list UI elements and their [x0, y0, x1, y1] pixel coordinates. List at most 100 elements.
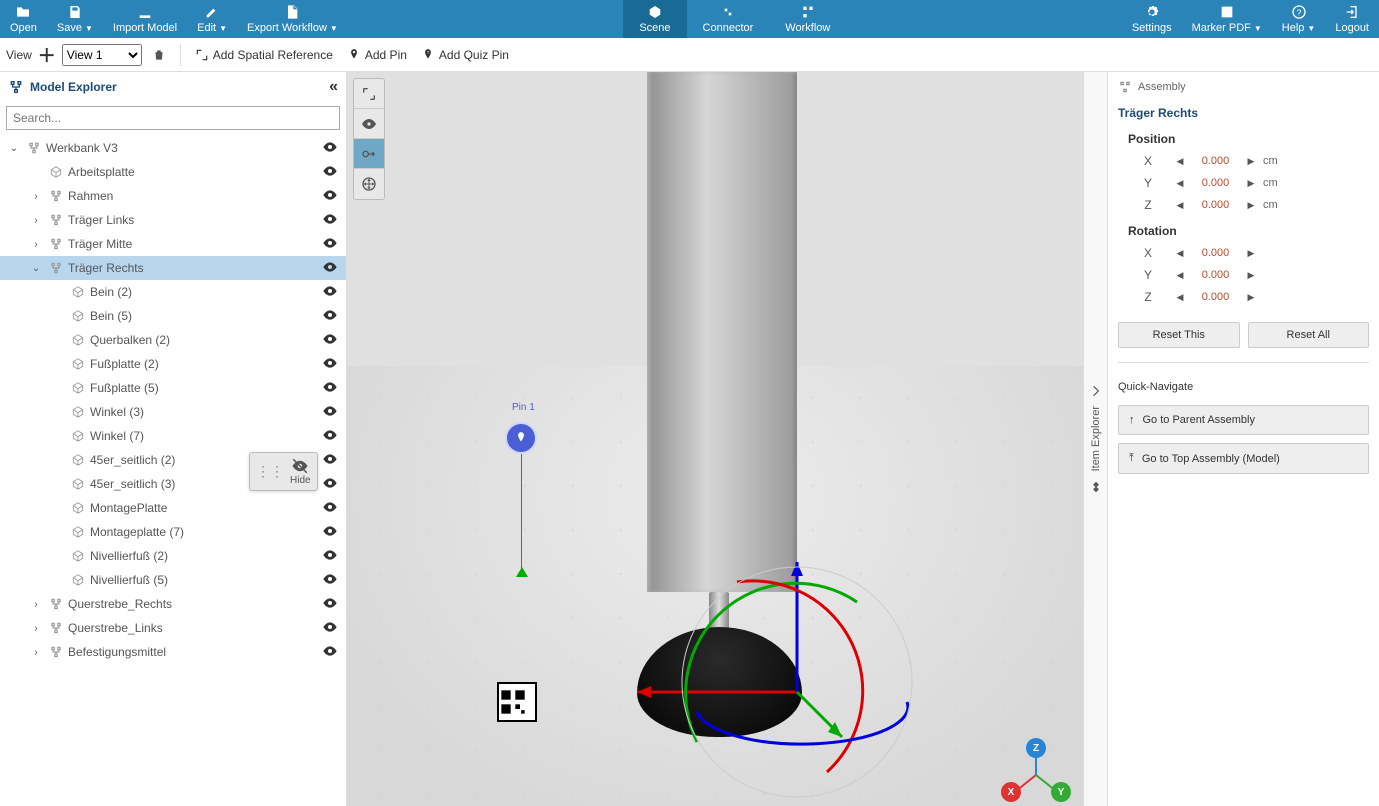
logout-button[interactable]: Logout [1325, 0, 1379, 38]
go-top-assembly-button[interactable]: ⤒ Go to Top Assembly (Model) [1118, 443, 1369, 474]
decrement-button[interactable]: ◀ [1172, 178, 1188, 189]
increment-button[interactable]: ▶ [1243, 200, 1259, 211]
add-spatial-reference-button[interactable]: Add Spatial Reference [191, 46, 337, 64]
move-tool[interactable] [354, 169, 384, 199]
tree-row[interactable]: ›Träger Mitte [0, 232, 346, 256]
increment-button[interactable]: ▶ [1243, 270, 1259, 281]
visibility-toggle[interactable] [322, 403, 340, 421]
tree-row[interactable]: ›Querstrebe_Links [0, 616, 346, 640]
visibility-toggle[interactable] [322, 283, 340, 301]
export-workflow-button[interactable]: Export Workflow▼ [237, 0, 348, 38]
increment-button[interactable]: ▶ [1243, 292, 1259, 303]
tree-row[interactable]: ›Querstrebe_Rechts [0, 592, 346, 616]
decrement-button[interactable]: ◀ [1172, 270, 1188, 281]
item-explorer-collapsed[interactable]: Item Explorer [1083, 72, 1107, 806]
tree-row[interactable]: ⌄Werkbank V3 [0, 136, 346, 160]
visibility-toggle[interactable] [322, 355, 340, 373]
pin-marker[interactable] [505, 422, 537, 454]
tree-row[interactable]: Winkel (3) [0, 400, 346, 424]
tree-row[interactable]: ⌄Träger Rechts [0, 256, 346, 280]
tree-row[interactable]: Montageplatte (7) [0, 520, 346, 544]
visibility-toggle[interactable] [322, 187, 340, 205]
increment-button[interactable]: ▶ [1243, 178, 1259, 189]
reset-all-button[interactable]: Reset All [1248, 322, 1370, 348]
collapse-icon[interactable]: ⌄ [6, 143, 22, 154]
edit-button[interactable]: Edit▼ [187, 0, 237, 38]
help-button[interactable]: ? Help▼ [1272, 0, 1326, 38]
link-tool[interactable] [354, 139, 384, 169]
import-model-button[interactable]: Import Model [103, 0, 187, 38]
decrement-button[interactable]: ◀ [1172, 292, 1188, 303]
tree-row[interactable]: Bein (5) [0, 304, 346, 328]
visibility-toggle[interactable] [322, 643, 340, 661]
tree-row[interactable]: Fußplatte (5) [0, 376, 346, 400]
increment-button[interactable]: ▶ [1243, 156, 1259, 167]
expand-icon[interactable]: › [28, 191, 44, 202]
go-parent-assembly-button[interactable]: ↑ Go to Parent Assembly [1118, 405, 1369, 435]
collapse-icon[interactable]: ⌄ [28, 263, 44, 274]
tab-connector[interactable]: Connector [687, 0, 770, 38]
ar-marker[interactable] [497, 682, 537, 722]
tree-row[interactable]: Bein (2) [0, 280, 346, 304]
visibility-toggle[interactable] [322, 427, 340, 445]
decrement-button[interactable]: ◀ [1172, 248, 1188, 259]
visibility-toggle[interactable] [322, 451, 340, 469]
hide-button[interactable]: Hide [290, 457, 311, 486]
tree-row[interactable]: Arbeitsplatte [0, 160, 346, 184]
expand-icon[interactable]: › [28, 647, 44, 658]
visibility-toggle[interactable] [322, 331, 340, 349]
add-quiz-pin-button[interactable]: ? Add Quiz Pin [417, 46, 513, 64]
visibility-toggle[interactable] [322, 259, 340, 277]
delete-view-button[interactable] [148, 46, 170, 64]
rotation-y-input[interactable] [1188, 269, 1243, 281]
expand-icon[interactable]: › [28, 623, 44, 634]
tree-row[interactable]: Fußplatte (2) [0, 352, 346, 376]
collapse-panel-button[interactable]: « [329, 78, 338, 96]
decrement-button[interactable]: ◀ [1172, 156, 1188, 167]
visibility-toggle[interactable] [322, 619, 340, 637]
visibility-toggle[interactable] [322, 499, 340, 517]
save-button[interactable]: Save▼ [47, 0, 103, 38]
view-select[interactable]: View 1 [62, 44, 142, 66]
visibility-toggle[interactable] [322, 139, 340, 157]
decrement-button[interactable]: ◀ [1172, 200, 1188, 211]
search-input[interactable] [6, 106, 340, 130]
drag-grip-icon[interactable]: ⋮⋮ [256, 463, 284, 480]
position-x-input[interactable] [1188, 155, 1243, 167]
tree-row[interactable]: ›Befestigungsmittel [0, 640, 346, 664]
add-pin-button[interactable]: Add Pin [343, 46, 411, 64]
tree-row[interactable]: Nivellierfuß (2) [0, 544, 346, 568]
settings-button[interactable]: Settings [1122, 0, 1182, 38]
axis-orientation-widget[interactable]: Z X Y [1001, 740, 1071, 800]
visibility-toggle[interactable] [322, 571, 340, 589]
visibility-tool[interactable] [354, 109, 384, 139]
increment-button[interactable]: ▶ [1243, 248, 1259, 259]
visibility-toggle[interactable] [322, 211, 340, 229]
visibility-toggle[interactable] [322, 595, 340, 613]
expand-tool[interactable] [354, 79, 384, 109]
visibility-toggle[interactable] [322, 523, 340, 541]
tree-row[interactable]: ›Träger Links [0, 208, 346, 232]
reset-this-button[interactable]: Reset This [1118, 322, 1240, 348]
visibility-toggle[interactable] [322, 379, 340, 397]
tree-row[interactable]: Winkel (7) [0, 424, 346, 448]
tree-row[interactable]: Nivellierfuß (5) [0, 568, 346, 592]
add-view-button[interactable]: ＋ [38, 42, 56, 68]
expand-icon[interactable]: › [28, 215, 44, 226]
position-y-input[interactable] [1188, 177, 1243, 189]
tab-workflow[interactable]: Workflow [769, 0, 846, 38]
visibility-toggle[interactable] [322, 547, 340, 565]
tab-scene[interactable]: Scene [623, 0, 686, 38]
visibility-toggle[interactable] [322, 235, 340, 253]
visibility-toggle[interactable] [322, 307, 340, 325]
open-button[interactable]: Open [0, 0, 47, 38]
marker-pdf-button[interactable]: Marker PDF▼ [1182, 0, 1272, 38]
tree-row[interactable]: Querbalken (2) [0, 328, 346, 352]
tree-row[interactable]: ›Rahmen [0, 184, 346, 208]
position-z-input[interactable] [1188, 199, 1243, 211]
rotation-x-input[interactable] [1188, 247, 1243, 259]
expand-icon[interactable]: › [28, 599, 44, 610]
tree-row[interactable]: MontagePlatte [0, 496, 346, 520]
visibility-toggle[interactable] [322, 475, 340, 493]
visibility-toggle[interactable] [322, 163, 340, 181]
